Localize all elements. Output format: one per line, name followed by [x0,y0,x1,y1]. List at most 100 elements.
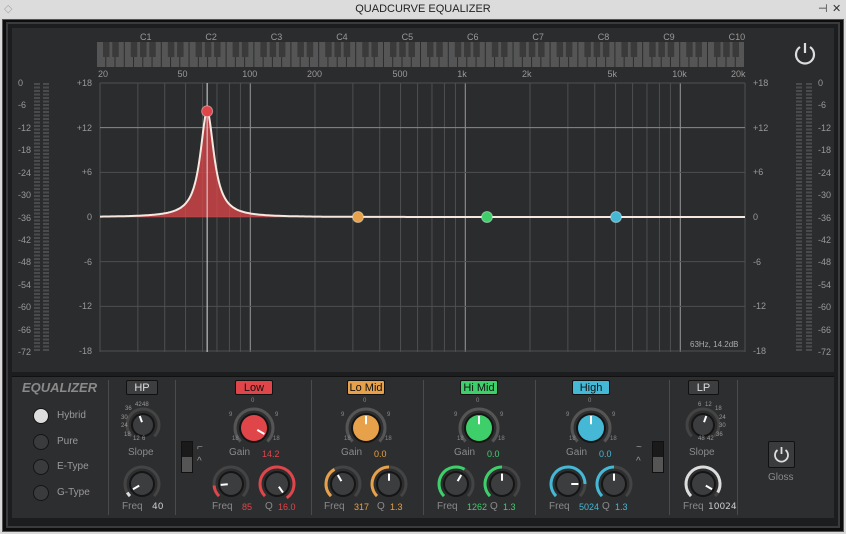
low-q-knob[interactable] [257,464,297,504]
gloss-button[interactable] [768,441,795,468]
mode-label: G-Type [57,486,90,498]
lo-mid-band-button[interactable]: Lo Mid [347,380,385,395]
band-handle[interactable] [610,211,623,223]
mode-radio-pure[interactable] [33,433,49,450]
gain-scale-tick: 0 [476,398,480,404]
hp-slope-tick: 48 [142,402,149,408]
meter-label-left: -60 [18,302,32,313]
mode-radio-e-type[interactable] [33,459,49,475]
cursor-readout: 63Hz, 14.2dB [690,340,739,349]
low-freq-knob[interactable] [211,464,251,504]
gloss-label: Gloss [768,472,794,483]
freq-tick-label: 20 [98,69,109,79]
lo-mid-gain-knob[interactable] [344,406,388,450]
gain-scale-tick: 0 [251,398,255,404]
db-tick-label-right: +12 [753,122,769,133]
mode-label: E-Type [57,461,89,472]
hi-mid-q-label: Q [490,501,498,512]
lo-mid-freq-knob[interactable] [323,464,363,504]
hp-slope-tick: 36 [125,406,132,412]
high-freq-knob[interactable] [548,464,588,504]
meter-label-left: -54 [18,279,32,290]
high-shape-switch[interactable] [652,441,664,473]
hp-toggle-button[interactable]: HP [126,380,158,395]
meter-label-left: -30 [18,190,32,201]
power-button[interactable] [792,40,818,66]
note-label: C8 [597,32,610,42]
hi-mid-gain-knob[interactable] [457,406,501,450]
freq-tick-label: 1k [457,69,467,79]
hi-mid-q-knob[interactable] [482,464,522,504]
gain-scale-tick: 9 [387,412,391,418]
section-title: EQUALIZER [22,380,98,395]
low-freq-value: 85 [242,502,253,512]
band-handle[interactable] [352,211,365,223]
db-tick-label-right: -6 [753,256,762,267]
db-tick-label-left: +12 [76,122,92,133]
hp-slope-tick: 24 [121,423,128,429]
hi-mid-band-button[interactable]: Hi Mid [460,380,498,395]
freq-tick-label: 20k [731,69,746,79]
hp-freq-knob[interactable] [122,464,162,504]
high-band-button[interactable]: High [572,380,610,395]
hp-freq-label: Freq [122,501,143,512]
freq-tick-label: 100 [242,69,258,79]
hi-mid-freq-knob[interactable] [436,464,476,504]
gain-scale-tick: 18 [498,436,505,442]
low-gain-knob[interactable] [232,406,276,450]
lo-mid-q-value: 1.3 [390,502,403,512]
high-freq-value: 5024 [579,502,600,512]
gain-scale-tick: 9 [275,412,279,418]
meter-label-right: -6 [818,100,827,111]
lo-mid-q-knob[interactable] [369,464,409,504]
meter-label-right: -18 [818,145,832,156]
meter-label-right: 0 [818,78,824,88]
hi-mid-q-value: 1.3 [503,502,516,512]
note-label: C2 [205,32,217,42]
high-q-knob[interactable] [594,464,634,504]
note-label: C9 [663,32,675,42]
mode-radio-hybrid[interactable] [33,408,49,424]
lp-slope-tick: 24 [719,415,726,421]
meter-label-left: 0 [18,78,24,88]
meter-label-left: -6 [18,100,27,111]
low-shape-switch[interactable] [181,441,193,473]
lp-slope-tick: 42 [707,436,714,442]
meter-label-right: -72 [818,347,832,357]
meter-label-left: -24 [18,167,32,178]
gain-scale-tick: 18 [344,436,351,442]
mode-label: Pure [57,435,79,447]
gain-scale-tick: 18 [385,436,392,442]
gain-scale-tick: 18 [457,436,464,442]
hp-slope-tick: 30 [121,415,128,421]
lp-toggle-button[interactable]: LP [688,380,719,395]
level-meter [796,83,802,351]
hp-slope-label: Slope [128,447,154,458]
band-handle[interactable] [201,105,214,118]
db-tick-label-left: -12 [78,301,92,312]
meter-label-left: -42 [18,234,32,245]
lo-mid-freq-value: 317 [354,502,370,512]
mode-label: Hybrid [57,410,86,421]
lp-slope-tick: 36 [716,432,723,438]
high-gain-knob[interactable] [569,406,613,450]
db-tick-label-left: +18 [76,78,92,88]
lp-freq-knob[interactable] [683,464,723,504]
hp-slope-tick: 18 [124,432,131,438]
power-icon [774,447,789,463]
mode-radio-g-type[interactable] [33,484,49,501]
note-label: C4 [336,32,348,42]
gain-scale-tick: 18 [569,436,576,442]
high-gain-label: Gain [566,447,588,458]
meter-label-right: -24 [818,167,832,178]
hp-freq-value: 40 [152,502,164,512]
db-tick-label-right: +18 [753,78,769,88]
db-tick-label-right: 0 [753,212,759,222]
db-tick-label-left: -6 [83,256,92,267]
low-band-button[interactable]: Low [235,380,273,395]
db-tick-label-left: -18 [78,346,92,356]
meter-label-left: -48 [18,257,32,268]
band-handle[interactable] [481,211,494,223]
gain-scale-tick: 9 [341,412,345,418]
lp-slope-tick: 6 [698,402,702,408]
